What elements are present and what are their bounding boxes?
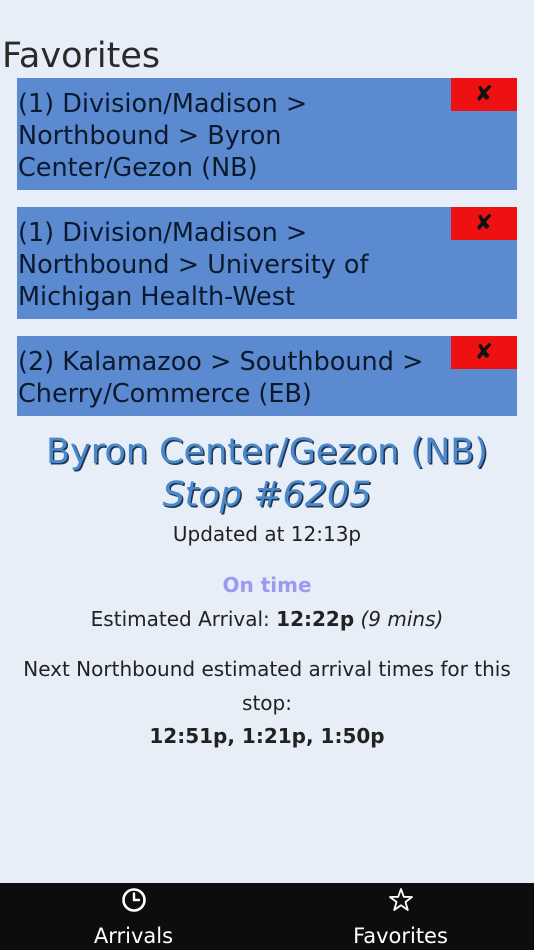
stop-name: Byron Center/Gezon (NB) bbox=[46, 432, 488, 472]
favorite-label[interactable]: (1) Division/Madison > Northbound > Univ… bbox=[17, 217, 517, 313]
favorites-list: (1) Division/Madison > Northbound > Byro… bbox=[17, 78, 517, 433]
favorite-label[interactable]: (1) Division/Madison > Northbound > Byro… bbox=[17, 88, 517, 184]
tab-arrivals[interactable]: Arrivals bbox=[0, 883, 267, 950]
star-icon bbox=[388, 887, 414, 913]
favorite-item[interactable]: (1) Division/Madison > Northbound > Univ… bbox=[17, 207, 517, 319]
stop-details: Byron Center/Gezon (NB) Stop #6205 Updat… bbox=[0, 430, 534, 752]
status-label: On time bbox=[222, 573, 312, 597]
tab-label: Arrivals bbox=[93, 924, 174, 948]
tab-favorites[interactable]: Favorites bbox=[267, 883, 534, 950]
estimated-arrival-mins: (9 mins) bbox=[360, 607, 444, 631]
x-icon: ✘ bbox=[474, 81, 494, 107]
next-arrival-times: 12:51p, 1:21p, 1:50p bbox=[149, 724, 385, 748]
tab-label: Favorites bbox=[353, 924, 448, 948]
estimated-arrival: Estimated Arrival: 12:22p (9 mins) bbox=[0, 604, 534, 634]
stop-number: Stop #6205 bbox=[162, 475, 372, 515]
x-icon: ✘ bbox=[474, 210, 494, 236]
estimated-arrival-label: Estimated Arrival: bbox=[90, 607, 270, 631]
tab-bar: Arrivals Favorites bbox=[0, 883, 534, 950]
favorite-item[interactable]: (1) Division/Madison > Northbound > Byro… bbox=[17, 78, 517, 190]
remove-favorite-button[interactable]: ✘ bbox=[451, 207, 517, 240]
updated-time: Updated at 12:13p bbox=[172, 522, 362, 546]
estimated-arrival-time: 12:22p bbox=[276, 607, 355, 631]
x-icon: ✘ bbox=[474, 339, 494, 365]
clock-icon bbox=[121, 887, 147, 913]
favorite-item[interactable]: (2) Kalamazoo > Southbound > Cherry/Comm… bbox=[17, 336, 517, 416]
remove-favorite-button[interactable]: ✘ bbox=[451, 78, 517, 111]
next-arrivals-text: Next Northbound estimated arrival times … bbox=[23, 657, 511, 715]
remove-favorite-button[interactable]: ✘ bbox=[451, 336, 517, 369]
page-title: Favorites bbox=[2, 36, 161, 76]
favorite-label[interactable]: (2) Kalamazoo > Southbound > Cherry/Comm… bbox=[17, 346, 517, 410]
